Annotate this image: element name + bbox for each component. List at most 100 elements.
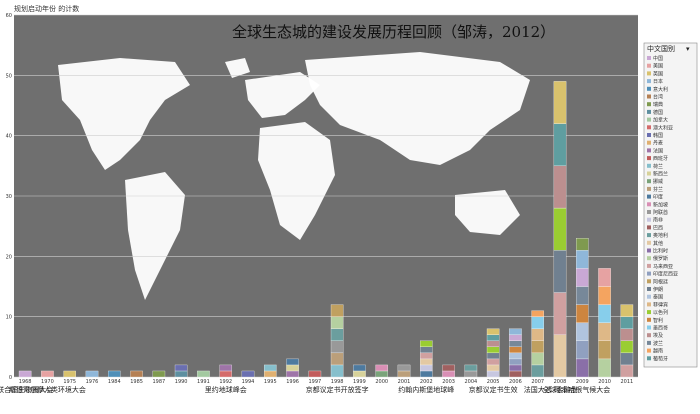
legend-swatch (647, 310, 651, 315)
bar-segment (330, 352, 344, 366)
legend-item[interactable]: 阿根廷 (653, 278, 668, 285)
bar-segment (620, 316, 634, 329)
bar-segment (531, 352, 544, 366)
x-tick-label: 2005 (487, 379, 500, 385)
legend-item[interactable]: 菲律宾 (653, 301, 668, 308)
bar-segment (330, 364, 344, 378)
bar-segment (330, 328, 344, 341)
legend-item[interactable]: 英国 (653, 70, 663, 77)
legend-item[interactable]: 挪威 (653, 178, 663, 185)
legend-swatch (647, 156, 651, 161)
legend-swatch (647, 248, 651, 253)
legend-item[interactable]: 芬兰 (653, 186, 663, 193)
chevron-down-icon[interactable]: ▾ (686, 45, 690, 53)
legend-item[interactable]: 以色列 (653, 309, 668, 316)
legend-swatch (647, 202, 651, 207)
legend-swatch (647, 317, 651, 322)
legend-item[interactable]: 日本 (653, 78, 663, 85)
bar-segment (420, 352, 433, 360)
legend-item[interactable]: 俄罗斯 (653, 255, 668, 262)
legend-item[interactable]: 意大利 (653, 86, 668, 93)
legend-swatch (647, 186, 651, 191)
legend-item[interactable]: 荷兰 (653, 163, 663, 170)
bar-segment (486, 346, 500, 354)
legend-item[interactable]: 美国 (653, 63, 663, 70)
legend-item[interactable]: 墨西哥 (653, 326, 668, 332)
legend-item[interactable]: 新加坡 (653, 201, 668, 208)
legend-item[interactable]: 南非 (653, 217, 663, 224)
legend-item[interactable]: 其他 (653, 240, 663, 247)
legend-item[interactable]: 阿联酋 (653, 209, 668, 216)
bar-segment (509, 340, 522, 347)
x-tick-label: 2010 (598, 379, 611, 385)
legend-item[interactable]: 奥地利 (653, 232, 668, 239)
annotation: 哥本哈根气候大会 (554, 385, 610, 394)
legend-item[interactable]: 比利时 (653, 248, 668, 255)
legend-item[interactable]: 印度 (653, 194, 663, 201)
bar-segment (330, 304, 344, 317)
legend-item[interactable]: 法国 (653, 147, 663, 154)
bar-segment (620, 328, 634, 341)
legend-swatch (647, 356, 651, 361)
legend-item[interactable]: 泰国 (653, 294, 663, 301)
y-tick-label: 0 (9, 375, 12, 381)
bar-segment (420, 340, 433, 347)
legend-item[interactable]: 马来西亚 (653, 263, 673, 270)
bar-segment (375, 370, 388, 378)
x-tick-label: 2000 (375, 379, 388, 385)
bar-segment (620, 340, 634, 354)
legend-swatch (647, 333, 651, 338)
legend-swatch (647, 263, 651, 268)
bar-segment (286, 370, 299, 378)
bar-segment (397, 364, 411, 372)
legend-item[interactable]: 伊朗 (653, 286, 663, 293)
bar-segment (197, 370, 210, 378)
legend-item[interactable]: 瑞典 (653, 101, 663, 108)
legend-item[interactable]: 台湾 (653, 94, 663, 101)
legend-item[interactable]: 中国 (653, 55, 663, 62)
y-tick-label: 40 (6, 134, 12, 140)
bar-segment (486, 334, 500, 341)
legend-item[interactable]: 德国 (653, 109, 663, 116)
legend-swatch (647, 102, 651, 107)
legend-item[interactable]: 巴西 (653, 225, 663, 231)
bar-segment (576, 304, 589, 323)
legend-title[interactable]: 中文国别 (647, 44, 675, 53)
bar-segment (219, 364, 232, 372)
legend-item[interactable]: 韩国 (653, 132, 663, 139)
bar-segment (152, 370, 166, 378)
legend-swatch (647, 140, 651, 145)
x-tick-label: 1975 (63, 379, 76, 385)
bar-segment (286, 358, 299, 366)
legend-item[interactable]: 西班牙 (653, 155, 668, 162)
bar-segment (85, 370, 99, 378)
legend-item[interactable]: 加拿大 (653, 117, 668, 124)
x-tick-label: 1997 (308, 379, 321, 385)
legend-swatch (647, 71, 651, 76)
x-tick-label: 1990 (175, 379, 188, 385)
legend-item[interactable]: 葡萄牙 (653, 355, 668, 362)
bar-segment (442, 364, 455, 372)
legend-item[interactable]: 智利 (653, 317, 663, 324)
legend-item[interactable]: 印度尼西亚 (653, 271, 678, 278)
bar-segment (531, 328, 544, 341)
x-tick-label: 2006 (509, 379, 522, 385)
legend-item[interactable]: 新西兰 (653, 171, 668, 178)
legend-item[interactable]: 丹麦 (653, 140, 663, 147)
bar-segment (553, 292, 567, 335)
annotation: 京都议定书开放签字 (306, 385, 369, 394)
x-tick-label: 2004 (464, 379, 477, 385)
bar-segment (174, 364, 188, 372)
legend-swatch (647, 63, 651, 68)
legend-item[interactable]: 波兰 (653, 340, 663, 347)
legend-item[interactable]: 埃及 (653, 332, 663, 339)
legend-swatch (647, 210, 651, 214)
bar-segment (486, 370, 500, 378)
legend-item[interactable]: 澳大利亚 (653, 124, 673, 131)
legend-swatch (647, 125, 651, 130)
bar-segment (219, 370, 232, 378)
x-tick-label: 1994 (242, 379, 255, 385)
bar-segment (598, 358, 611, 378)
bar-segment (308, 370, 322, 378)
legend-item[interactable]: 越南 (653, 348, 663, 355)
